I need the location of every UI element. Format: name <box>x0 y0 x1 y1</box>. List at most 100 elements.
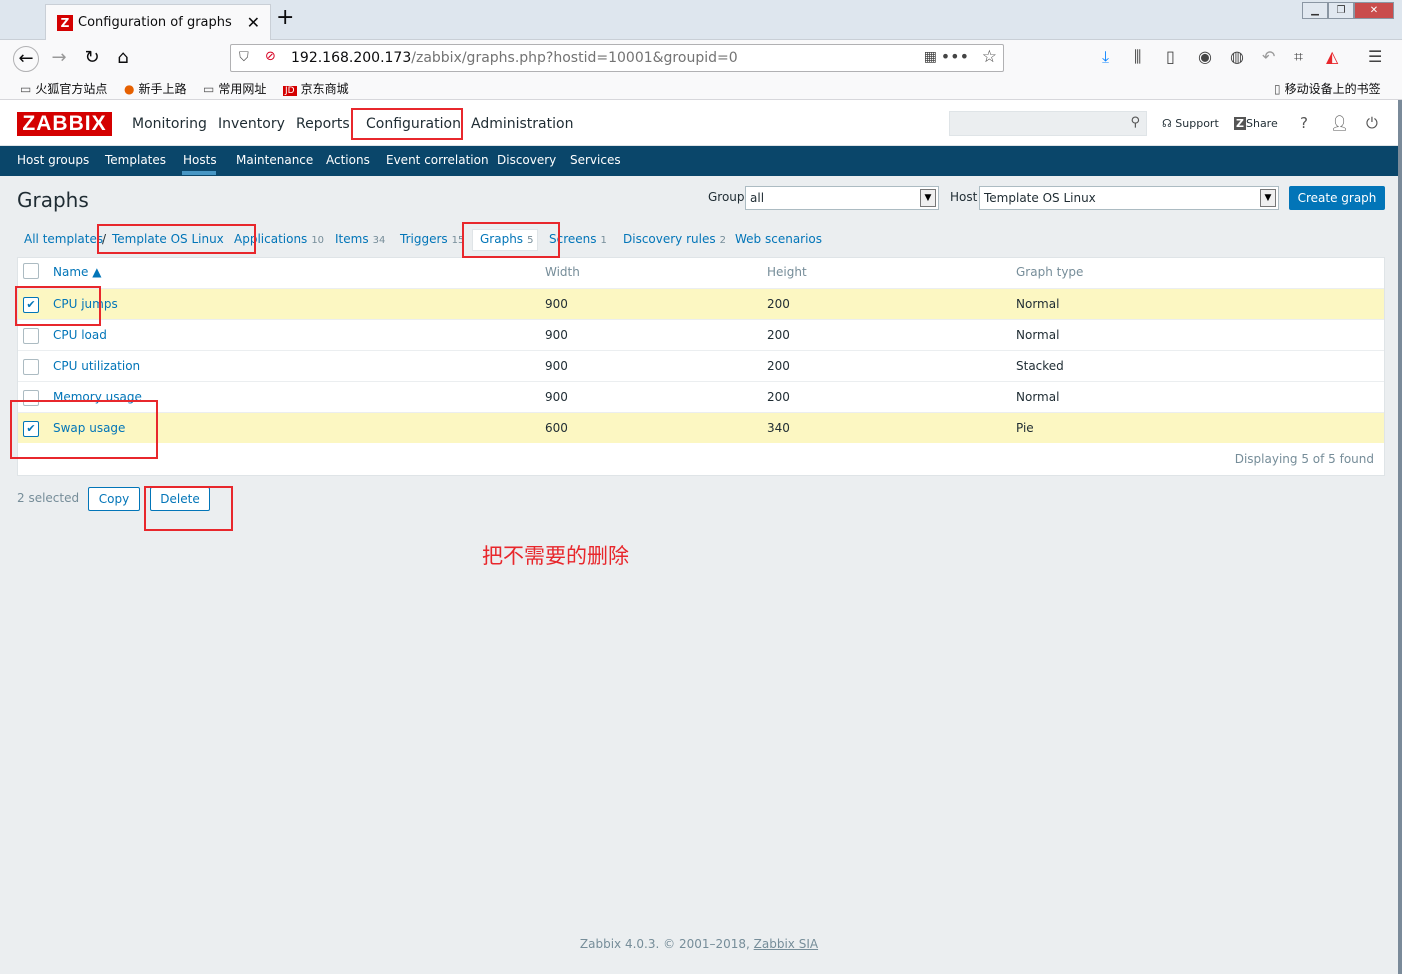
submenu-actions[interactable]: Actions <box>326 153 370 167</box>
page-actions-icon[interactable]: ••• <box>941 47 969 66</box>
paging-info: Displaying 5 of 5 found <box>1234 452 1374 466</box>
graph-type: Pie <box>1016 421 1034 435</box>
support-link[interactable]: ☊ Support <box>1162 117 1219 130</box>
menu-administration[interactable]: Administration <box>471 116 573 132</box>
window-edge <box>1398 100 1402 974</box>
submenu-event-correlation[interactable]: Event correlation <box>386 153 489 167</box>
table-row: Memory usage 900 200 Normal <box>18 381 1384 412</box>
column-header-graph-type[interactable]: Graph type <box>1016 265 1083 279</box>
submenu-services[interactable]: Services <box>570 153 621 167</box>
search-input[interactable]: ⚲ <box>949 111 1147 136</box>
tab-items[interactable]: Items 34 <box>335 232 385 246</box>
tab-web-scenarios[interactable]: Web scenarios <box>735 232 822 246</box>
graph-name-link[interactable]: CPU load <box>53 328 107 342</box>
group-select-value: all <box>750 191 765 205</box>
undo-icon[interactable]: ↶ <box>1262 47 1275 66</box>
back-icon[interactable]: ← <box>13 46 39 72</box>
new-tab-icon[interactable]: + <box>276 6 294 30</box>
chevron-down-icon[interactable]: ▼ <box>1260 189 1276 207</box>
graph-height: 200 <box>767 359 790 373</box>
account-icon[interactable]: ◉ <box>1198 47 1212 66</box>
bookmark-star-icon[interactable]: ☆ <box>982 47 997 67</box>
zabbix-logo[interactable]: ZABBIX <box>17 112 112 136</box>
user-profile-icon[interactable]: 👤︎ <box>1330 114 1349 132</box>
bookmark-item[interactable]: ● 新手上路 <box>124 80 187 97</box>
graph-name-link[interactable]: CPU utilization <box>53 359 140 373</box>
url-text: 192.168.200.173/zabbix/graphs.php?hostid… <box>291 50 738 66</box>
annotation-note: 把不需要的删除 <box>482 544 629 568</box>
breadcrumb-all-templates[interactable]: All templates <box>24 232 103 246</box>
bookmarks-bar: ▭ 火狐官方站点 ● 新手上路 ▭ 常用网址 JD 京东商城 ▯ 移动设备上的书签 <box>0 76 1402 100</box>
minimize-icon[interactable]: ▁ <box>1302 2 1328 19</box>
selected-count: 2 selected <box>17 491 80 505</box>
graph-type: Normal <box>1016 328 1060 342</box>
menu-inventory[interactable]: Inventory <box>218 116 285 132</box>
tab-discovery-rules[interactable]: Discovery rules 2 <box>623 232 726 246</box>
table-row: CPU load 900 200 Normal <box>18 319 1384 350</box>
group-label: Group <box>708 190 745 204</box>
insecure-lock-icon[interactable]: ⊘ <box>265 49 276 64</box>
submenu-maintenance[interactable]: Maintenance <box>236 153 313 167</box>
graph-type: Stacked <box>1016 359 1064 373</box>
share-link[interactable]: Z Share <box>1234 117 1278 130</box>
bookmark-item[interactable]: JD 京东商城 <box>283 80 349 97</box>
logout-icon[interactable]: ⏻ <box>1366 114 1378 132</box>
library-icon[interactable]: ⫼ <box>1134 47 1141 67</box>
screenshot-icon[interactable]: ⌗ <box>1294 47 1303 67</box>
row-checkbox[interactable] <box>23 359 39 375</box>
table-row: ✔ CPU jumps 900 200 Normal <box>18 288 1384 319</box>
chat-icon[interactable]: ◍ <box>1230 47 1244 66</box>
create-graph-button[interactable]: Create graph <box>1289 186 1385 210</box>
window-close-icon[interactable]: ✕ <box>1354 2 1394 19</box>
graph-height: 200 <box>767 297 790 311</box>
search-icon[interactable]: ⚲ <box>1130 115 1140 130</box>
forward-icon[interactable]: → <box>46 46 72 72</box>
download-icon[interactable]: ⤓ <box>1102 47 1109 67</box>
browser-tab[interactable]: Z Configuration of graphs ✕ <box>45 4 271 40</box>
highlight-configuration <box>351 108 463 140</box>
submenu-active-indicator <box>182 171 216 175</box>
sidebar-icon[interactable]: ▯ <box>1166 47 1175 66</box>
reload-icon[interactable]: ↻ <box>79 46 105 72</box>
qr-code-icon[interactable]: ▦ <box>924 49 937 65</box>
submenu-discovery[interactable]: Discovery <box>497 153 556 167</box>
chevron-down-icon[interactable]: ▼ <box>920 189 936 207</box>
graph-type: Normal <box>1016 297 1060 311</box>
host-select[interactable]: Template OS Linux ▼ <box>979 186 1279 210</box>
select-all-checkbox[interactable] <box>23 263 39 279</box>
copy-button[interactable]: Copy <box>88 487 140 511</box>
close-tab-icon[interactable]: ✕ <box>247 13 260 32</box>
mobile-icon: ▯ <box>1274 82 1281 96</box>
row-checkbox[interactable] <box>23 328 39 344</box>
mobile-bookmarks[interactable]: ▯ 移动设备上的书签 <box>1274 80 1381 97</box>
graph-width: 900 <box>545 328 568 342</box>
host-label: Host <box>950 190 978 204</box>
bookmark-item[interactable]: ▭ 常用网址 <box>203 80 266 97</box>
menu-reports[interactable]: Reports <box>296 116 350 132</box>
column-header-name[interactable]: Name ▲ <box>53 265 101 279</box>
highlight-delete <box>144 486 233 531</box>
tab-triggers[interactable]: Triggers 15 <box>400 232 464 246</box>
graph-width: 600 <box>545 421 568 435</box>
maximize-icon[interactable]: ❐ <box>1328 2 1354 19</box>
help-icon[interactable]: ? <box>1300 114 1308 132</box>
graph-type: Normal <box>1016 390 1060 404</box>
submenu-host-groups[interactable]: Host groups <box>17 153 89 167</box>
bookmark-item[interactable]: ▭ 火狐官方站点 <box>20 80 107 97</box>
submenu-hosts[interactable]: Hosts <box>183 153 217 167</box>
highlight-cpu-jumps <box>15 286 101 326</box>
group-select[interactable]: all ▼ <box>745 186 939 210</box>
footer-link[interactable]: Zabbix SIA <box>754 937 818 951</box>
home-icon[interactable]: ⌂ <box>110 46 136 72</box>
menu-monitoring[interactable]: Monitoring <box>132 116 207 132</box>
menu-icon[interactable]: ☰ <box>1368 47 1382 66</box>
highlight-graphs-tab <box>462 222 560 258</box>
graph-height: 200 <box>767 390 790 404</box>
share-icon: Z <box>1234 117 1246 130</box>
address-bar[interactable]: ⛉ ⊘ 192.168.200.173/zabbix/graphs.php?ho… <box>230 44 1004 72</box>
pdf-icon[interactable]: ◭ <box>1326 47 1338 66</box>
page-title: Graphs <box>17 188 89 212</box>
firefox-icon: ● <box>124 82 135 96</box>
shield-icon[interactable]: ⛉ <box>239 50 249 65</box>
submenu-templates[interactable]: Templates <box>105 153 166 167</box>
